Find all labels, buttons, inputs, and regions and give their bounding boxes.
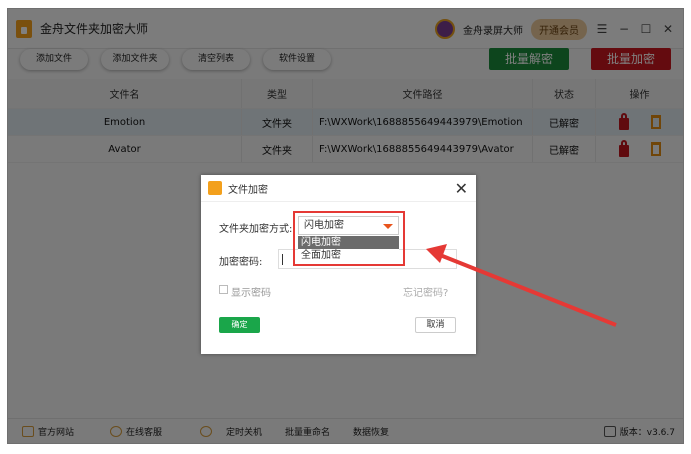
- monitor-icon: [22, 425, 34, 437]
- close-icon[interactable]: ✕: [661, 22, 675, 36]
- menu-icon[interactable]: ☰: [595, 22, 609, 36]
- dialog-title: 文件加密: [228, 184, 268, 196]
- data-recovery-link[interactable]: 数据恢复: [353, 425, 389, 438]
- header-actions: 操作: [629, 90, 650, 101]
- file-type: 文件夹: [242, 136, 313, 162]
- file-table: 文件名 类型 文件路径 状态 操作 Emotion 文件夹 F:\WXWork\…: [8, 79, 683, 163]
- lock-icon[interactable]: [618, 113, 629, 130]
- clear-list-button[interactable]: 清空列表: [182, 49, 250, 70]
- file-type: 文件夹: [242, 109, 313, 135]
- maximize-icon[interactable]: ☐: [639, 22, 653, 36]
- password-label: 加密密码:: [219, 257, 263, 268]
- shutdown-label: 定时关机: [226, 427, 263, 438]
- batch-encrypt-button[interactable]: 批量加密: [591, 48, 671, 70]
- header-status: 状态: [533, 79, 596, 108]
- version-label: 版本：v3.6.7: [619, 427, 675, 438]
- encrypt-dialog: 文件加密 ✕ 文件夹加密方式: 闪电加密 闪电加密 全面加密 加密密码: 显示密…: [201, 175, 476, 354]
- trash-icon[interactable]: [650, 142, 661, 156]
- annotation-box: [293, 211, 405, 266]
- app-title: 金舟文件夹加密大师: [40, 22, 149, 36]
- lock-icon[interactable]: [618, 140, 629, 157]
- website-link[interactable]: 官方网站: [22, 425, 74, 438]
- file-path: F:\WXWork\1688855649443979\Emotion: [313, 109, 533, 135]
- footer: 官方网站 在线客服 定时关机 批量重命名 数据恢复 版本：v3.6.7: [8, 418, 683, 443]
- bell-icon: [200, 425, 212, 437]
- file-name: Emotion: [8, 109, 242, 135]
- forgot-password-link[interactable]: 忘记密码?: [403, 284, 448, 299]
- avatar[interactable]: [435, 19, 455, 39]
- app-logo-icon: [16, 19, 32, 38]
- header-path: 文件路径: [313, 79, 533, 108]
- version-info[interactable]: 版本：v3.6.7: [603, 425, 675, 438]
- file-path: F:\WXWork\1688855649443979\Avator: [313, 136, 533, 162]
- person-icon: [110, 425, 122, 437]
- support-link[interactable]: 在线客服: [110, 425, 162, 438]
- table-row[interactable]: Emotion 文件夹 F:\WXWork\1688855649443979\E…: [8, 109, 683, 136]
- download-icon: [603, 425, 616, 437]
- folder-lock-icon: [208, 181, 222, 195]
- file-name: Avator: [8, 136, 242, 162]
- support-label: 在线客服: [126, 427, 163, 438]
- partner-link[interactable]: 金舟录屏大师: [463, 22, 523, 37]
- header-name: 文件名: [8, 79, 242, 108]
- batch-decrypt-button[interactable]: 批量解密: [489, 48, 569, 70]
- add-file-button[interactable]: 添加文件: [20, 49, 88, 70]
- minimize-icon[interactable]: −: [617, 22, 631, 36]
- method-label: 文件夹加密方式:: [219, 224, 293, 235]
- website-label: 官方网站: [38, 427, 75, 438]
- table-row[interactable]: Avator 文件夹 F:\WXWork\1688855649443979\Av…: [8, 136, 683, 163]
- header-type: 类型: [242, 79, 313, 108]
- batch-rename-link[interactable]: 批量重命名: [285, 425, 330, 438]
- add-folder-button[interactable]: 添加文件夹: [101, 49, 169, 70]
- settings-button[interactable]: 软件设置: [263, 49, 331, 70]
- title-bar: 金舟文件夹加密大师 金舟录屏大师 开通会员 ☰ − ☐ ✕: [8, 9, 683, 49]
- file-status: 已解密: [533, 136, 596, 162]
- trash-icon[interactable]: [650, 115, 661, 129]
- show-password-checkbox[interactable]: [219, 285, 228, 294]
- file-status: 已解密: [533, 109, 596, 135]
- cancel-button[interactable]: 取消: [415, 317, 456, 333]
- dialog-close-icon[interactable]: ✕: [455, 179, 468, 198]
- show-password-label[interactable]: 显示密码: [231, 284, 271, 299]
- vip-button[interactable]: 开通会员: [531, 18, 587, 40]
- confirm-button[interactable]: 确定: [219, 317, 260, 333]
- shutdown-link[interactable]: 定时关机: [200, 425, 262, 438]
